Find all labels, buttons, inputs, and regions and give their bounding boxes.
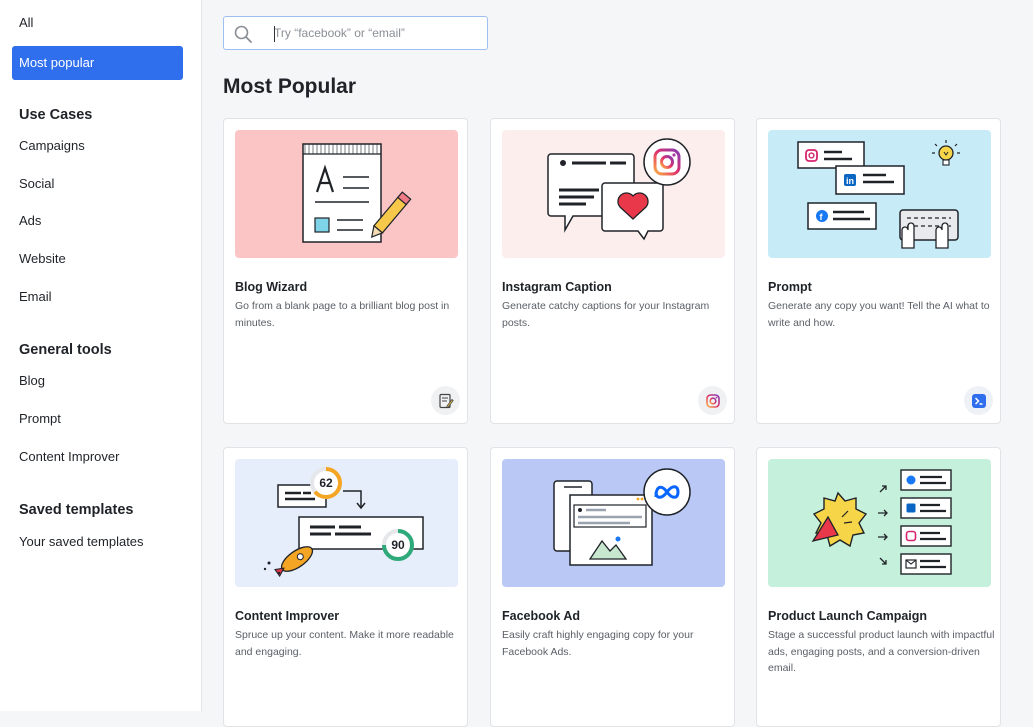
sidebar-item-email[interactable]: Email bbox=[12, 280, 183, 314]
card-blog-wizard[interactable]: Blog Wizard Go from a blank page to a br… bbox=[223, 118, 468, 424]
sidebar-item-most-popular[interactable]: Most popular bbox=[12, 46, 183, 80]
sidebar-item-prompt[interactable]: Prompt bbox=[12, 402, 183, 436]
card-instagram-caption[interactable]: Instagram Caption Generate catchy captio… bbox=[490, 118, 735, 424]
card-title: Instagram Caption bbox=[502, 280, 612, 294]
prompt-illustration: in f bbox=[768, 130, 991, 258]
sidebar: All Most popular Use Cases Campaigns Soc… bbox=[0, 0, 202, 711]
sidebar-item-social[interactable]: Social bbox=[12, 167, 183, 201]
main-content: Most Popular bbox=[202, 0, 1033, 727]
svg-text:in: in bbox=[846, 176, 854, 186]
blog-icon bbox=[431, 386, 460, 415]
card-description: Go from a blank page to a brilliant blog… bbox=[235, 300, 450, 329]
search-box[interactable] bbox=[223, 16, 488, 50]
facebook-ad-illustration bbox=[502, 459, 725, 587]
card-description: Easily craft highly engaging copy for yo… bbox=[502, 629, 694, 658]
card-title: Prompt bbox=[768, 280, 812, 294]
terminal-icon bbox=[964, 386, 993, 415]
sidebar-heading-saved-templates: Saved templates bbox=[19, 502, 134, 518]
sidebar-item-ads[interactable]: Ads bbox=[12, 204, 183, 238]
card-facebook-ad[interactable]: Facebook Ad Easily craft highly engaging… bbox=[490, 447, 735, 727]
card-description: Spruce up your content. Make it more rea… bbox=[235, 629, 454, 658]
card-title: Product Launch Campaign bbox=[768, 609, 928, 623]
card-product-launch-campaign[interactable]: Product Launch Campaign Stage a successf… bbox=[756, 447, 1001, 727]
sidebar-item-all[interactable]: All bbox=[12, 6, 183, 40]
text-caret bbox=[274, 26, 275, 42]
sidebar-item-blog[interactable]: Blog bbox=[12, 364, 183, 398]
content-improver-illustration: 62 90 bbox=[235, 459, 458, 587]
sidebar-heading-general-tools: General tools bbox=[19, 342, 112, 358]
score-90: 90 bbox=[391, 538, 405, 552]
score-62: 62 bbox=[319, 476, 333, 490]
card-description: Stage a successful product launch with i… bbox=[768, 629, 995, 674]
sidebar-item-campaigns[interactable]: Campaigns bbox=[12, 129, 183, 163]
sidebar-item-your-saved-templates[interactable]: Your saved templates bbox=[12, 525, 183, 559]
card-description: Generate any copy you want! Tell the AI … bbox=[768, 300, 990, 329]
card-title: Facebook Ad bbox=[502, 609, 581, 623]
page-title: Most Popular bbox=[223, 75, 357, 98]
sidebar-heading-use-cases: Use Cases bbox=[19, 107, 93, 123]
instagram-icon bbox=[698, 386, 727, 415]
blog-wizard-illustration bbox=[235, 130, 458, 258]
search-icon bbox=[234, 25, 252, 43]
card-prompt[interactable]: in f Prompt Generate any copy you want! … bbox=[756, 118, 1001, 424]
card-description: Generate catchy captions for your Instag… bbox=[502, 300, 710, 329]
card-title: Content Improver bbox=[235, 609, 340, 623]
card-content-improver[interactable]: 62 90 Content Improver Spruce up your co… bbox=[223, 447, 468, 727]
product-launch-illustration bbox=[768, 459, 991, 587]
card-title: Blog Wizard bbox=[235, 280, 308, 294]
sidebar-item-website[interactable]: Website bbox=[12, 242, 183, 276]
search-input[interactable] bbox=[274, 23, 474, 43]
instagram-caption-illustration bbox=[502, 130, 725, 258]
sidebar-item-content-improver[interactable]: Content Improver bbox=[12, 440, 183, 474]
